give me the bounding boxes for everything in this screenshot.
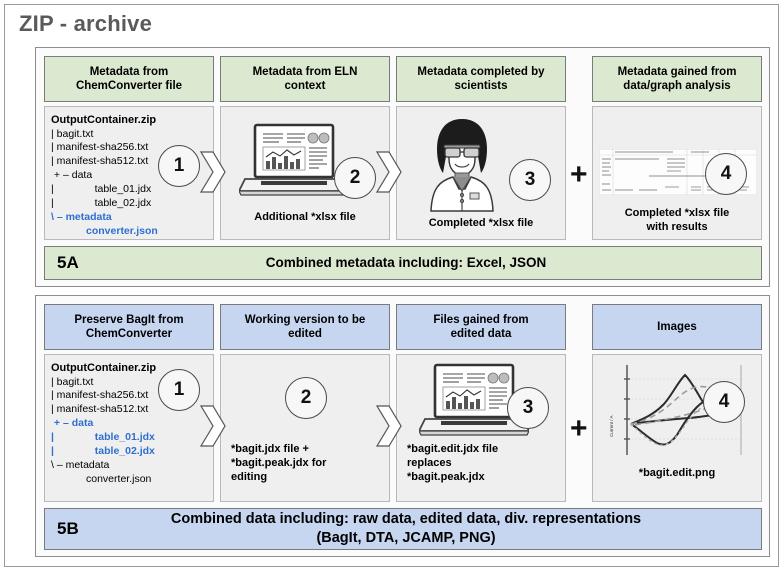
caption-completed-xlsx: Completed *xlsx file xyxy=(428,217,534,229)
step-circle-3: 3 xyxy=(507,387,549,429)
scientist-icon xyxy=(425,115,499,218)
header-label: Metadata completed by scientists xyxy=(417,65,545,92)
panel-b-1: OutputContainer.zip | bagit.txt | manifest… xyxy=(44,354,214,502)
file-tree-line: | table_02.jdx xyxy=(51,196,152,209)
panel-b-3: 3 *bagit.edit.jdx file replaces *bagit.pea… xyxy=(396,354,566,502)
caption-bagit-edit-png: *bagit.edit.png xyxy=(638,467,716,479)
step-circle-1: 1 xyxy=(158,145,200,187)
step-circle-2: 2 xyxy=(285,377,327,419)
metadata-group: Metadata from ChemConverter file Metadata… xyxy=(35,47,770,287)
header-label: Metadata from ELN context xyxy=(252,65,358,92)
plus-separator-icon: + xyxy=(570,158,588,191)
file-tree-line: converter.json xyxy=(51,224,158,237)
header-label: Metadata gained from data/graph analysis xyxy=(617,65,737,92)
header-preserve-bagit: Preserve BagIt from ChemConverter xyxy=(44,304,214,350)
caption-working-files: *bagit.jdx file + *bagit.peak.jdx for edit… xyxy=(231,443,327,483)
summary-code: 5A xyxy=(57,253,79,272)
file-tree-line: | bagit.txt xyxy=(51,127,94,140)
file-tree-line: + – data xyxy=(51,417,94,430)
header-metadata-eln: Metadata from ELN context xyxy=(220,56,390,102)
step-circle-3: 3 xyxy=(509,159,551,201)
header-files-gained: Files gained from edited data xyxy=(396,304,566,350)
header-label: Working version to be edited xyxy=(244,313,366,340)
data-group: Preserve BagIt from ChemConverter Working… xyxy=(35,295,770,557)
panel-a-3: 3 Completed *xlsx file xyxy=(396,106,566,240)
panel-b-2: 2 *bagit.jdx file + *bagit.peak.jdx for ed… xyxy=(220,354,390,502)
diagram-frame: ZIP - archive Metadata from ChemConverter… xyxy=(4,4,779,567)
header-label: Images xyxy=(657,320,697,333)
file-tree-line: \ – metadata xyxy=(51,458,110,471)
caption-completed-xlsx-results: Completed *xlsx file with results xyxy=(624,207,730,233)
header-images: Images xyxy=(592,304,762,350)
summary-bar-5b: 5B Combined data including: raw data, ed… xyxy=(44,508,762,550)
header-metadata-chemconverter: Metadata from ChemConverter file xyxy=(44,56,214,102)
header-label: Preserve BagIt from ChemConverter xyxy=(74,313,184,340)
page-title: ZIP - archive xyxy=(19,11,153,36)
arrow-right-icon xyxy=(199,400,226,452)
header-metadata-scientists: Metadata completed by scientists xyxy=(396,56,566,102)
step-circle-4: 4 xyxy=(703,381,745,423)
laptop-chart-icon xyxy=(237,123,351,202)
header-label: Metadata from ChemConverter file xyxy=(75,65,183,92)
step-circle-2: 2 xyxy=(334,157,376,199)
plus-separator-icon: + xyxy=(570,412,588,445)
arrow-right-icon xyxy=(375,400,402,452)
panel-a-1: OutputContainer.zip | bagit.txt | manifest… xyxy=(44,106,214,240)
summary-text: Combined metadata including: Excel, JSON xyxy=(265,255,547,271)
summary-text: Combined data including: raw data, edite… xyxy=(170,511,642,546)
header-working-version: Working version to be edited xyxy=(220,304,390,350)
file-tree-line: OutputContainer.zip xyxy=(51,114,157,126)
header-label: Files gained from edited data xyxy=(433,313,529,340)
arrow-right-icon xyxy=(375,146,402,198)
plot-y-axis-label: Current / A xyxy=(609,415,614,437)
file-tree-line: | table_01.jdx xyxy=(51,430,155,443)
summary-bar-5a: 5A Combined metadata including: Excel, J… xyxy=(44,246,762,280)
panel-a-2: 2 Additional *xlsx file xyxy=(220,106,390,240)
panel-a-4: 4 Completed *xlsx file with results xyxy=(592,106,762,240)
file-tree-line: | table_02.jdx xyxy=(51,444,155,457)
caption-edited-files: *bagit.edit.jdx file replaces *bagit.peak.… xyxy=(407,443,499,483)
step-circle-1: 1 xyxy=(158,369,200,411)
file-tree-line: converter.json xyxy=(51,472,152,485)
header-metadata-analysis: Metadata gained from data/graph analysis xyxy=(592,56,762,102)
caption-additional-xlsx: Additional *xlsx file xyxy=(254,211,356,223)
arrow-right-icon xyxy=(199,146,226,198)
file-tree-line: \ – metadata xyxy=(51,210,112,223)
step-circle-4: 4 xyxy=(705,153,747,195)
panel-b-4: Current / A 4 *bagit.edit.png xyxy=(592,354,762,502)
summary-code: 5B xyxy=(57,519,79,538)
